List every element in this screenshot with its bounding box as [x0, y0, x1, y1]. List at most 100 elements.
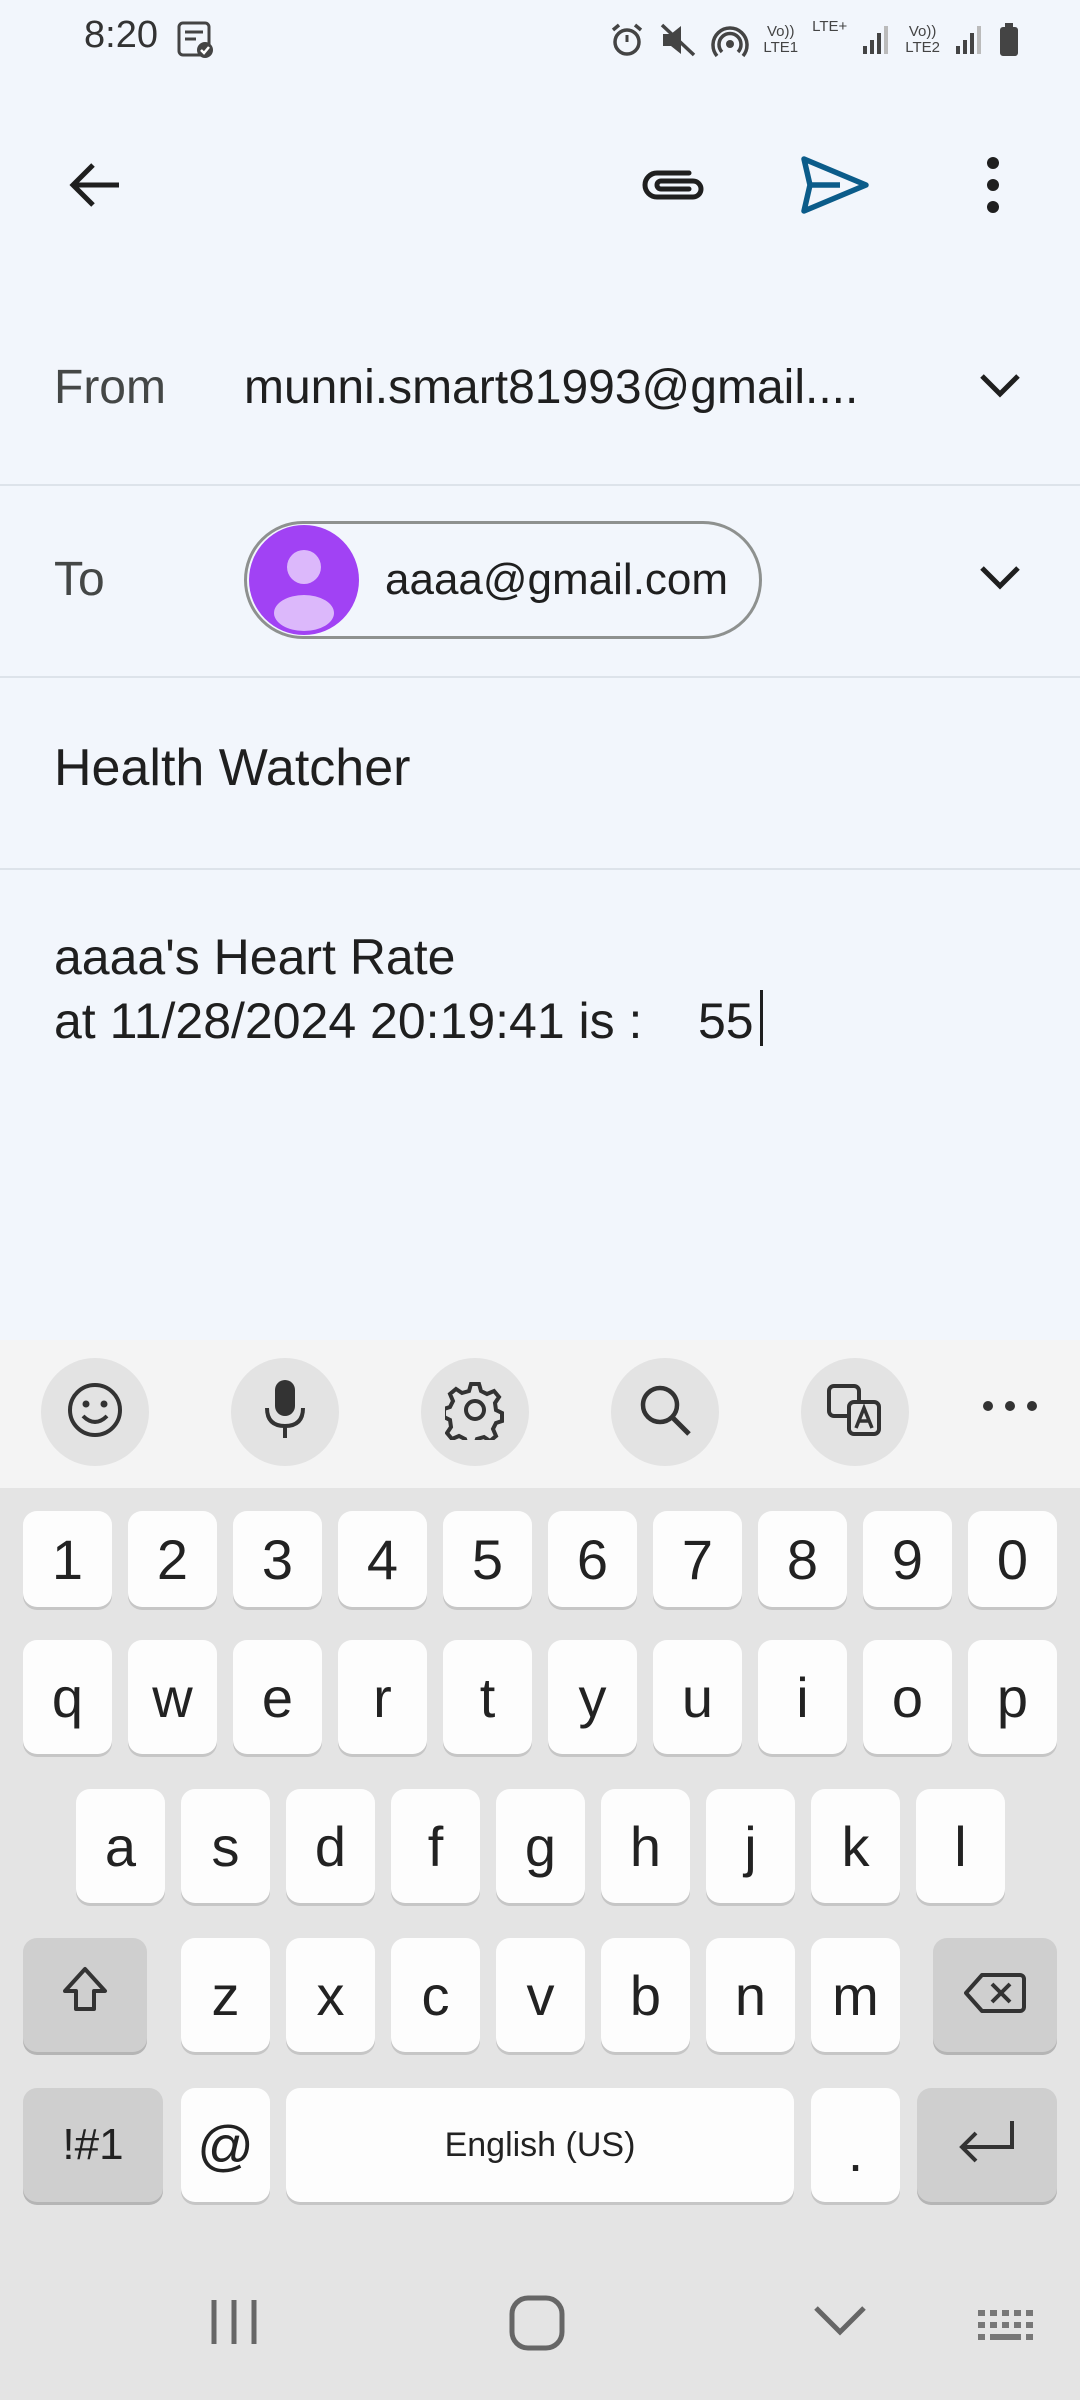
keyboard-toolbar: [0, 1340, 1080, 1488]
status-time: 8:20: [84, 14, 158, 56]
keyboard-switch-button[interactable]: [976, 2306, 1040, 2351]
compose-app-bar: [0, 80, 1080, 290]
symbols-key[interactable]: !#1: [23, 2088, 163, 2202]
key-w[interactable]: w: [128, 1640, 217, 1754]
microphone-icon: [263, 1378, 307, 1447]
key-n[interactable]: n: [706, 1938, 795, 2052]
key-4[interactable]: 4: [338, 1511, 427, 1607]
key-t[interactable]: t: [443, 1640, 532, 1754]
body-line-1: aaaa's Heart Rate: [54, 929, 456, 985]
emoji-icon: [65, 1380, 125, 1445]
space-key[interactable]: English (US): [286, 2088, 794, 2202]
more-options-button[interactable]: [938, 132, 1048, 242]
key-j[interactable]: j: [706, 1789, 795, 1903]
key-3[interactable]: 3: [233, 1511, 322, 1607]
key-e[interactable]: e: [233, 1640, 322, 1754]
send-icon: [800, 155, 870, 220]
period-key[interactable]: .: [811, 2088, 900, 2202]
key-5[interactable]: 5: [443, 1511, 532, 1607]
shift-icon: [59, 1963, 111, 2028]
home-button[interactable]: [508, 2294, 566, 2357]
key-v[interactable]: v: [496, 1938, 585, 2052]
voice-input-button[interactable]: [231, 1358, 339, 1466]
key-u[interactable]: u: [653, 1640, 742, 1754]
nav-back-button[interactable]: [812, 2300, 868, 2345]
battery-icon: [998, 18, 1020, 62]
key-r[interactable]: r: [338, 1640, 427, 1754]
back-chevron-icon: [812, 2306, 868, 2344]
more-vert-icon: [983, 155, 1003, 220]
to-label: To: [54, 553, 105, 606]
key-a[interactable]: a: [76, 1789, 165, 1903]
key-q[interactable]: q: [23, 1640, 112, 1754]
status-icons: Vo)) LTE1 LTE+ Vo)) LTE2: [609, 18, 1020, 62]
message-body[interactable]: aaaa's Heart Rate at 11/28/2024 20:19:41…: [54, 925, 763, 1053]
key-d[interactable]: d: [286, 1789, 375, 1903]
lte-plus-icon: LTE+: [812, 18, 848, 35]
key-l[interactable]: l: [916, 1789, 1005, 1903]
send-button[interactable]: [780, 132, 890, 242]
recents-button[interactable]: [206, 2296, 262, 2353]
hotspot-icon: [711, 18, 750, 62]
more-horiz-icon[interactable]: [980, 1394, 1040, 1423]
alarm-icon: [609, 18, 645, 62]
text-cursor: [759, 990, 763, 1046]
key-6[interactable]: 6: [548, 1511, 637, 1607]
key-o[interactable]: o: [863, 1640, 952, 1754]
key-f[interactable]: f: [391, 1789, 480, 1903]
from-label: From: [54, 361, 166, 414]
status-bar: 8:20 Vo)) LTE1 LTE+ Vo)) LTE2: [0, 0, 1080, 80]
key-0[interactable]: 0: [968, 1511, 1057, 1607]
mute-icon: [659, 18, 697, 62]
key-1[interactable]: 1: [23, 1511, 112, 1607]
key-g[interactable]: g: [496, 1789, 585, 1903]
attach-button[interactable]: [618, 132, 728, 242]
translate-icon: [825, 1380, 885, 1445]
recipient-chip-label: aaaa@gmail.com: [385, 555, 729, 604]
key-c[interactable]: c: [391, 1938, 480, 2052]
backspace-key[interactable]: [933, 1938, 1057, 2052]
signal-2-icon: [954, 18, 984, 62]
backspace-icon: [964, 1963, 1026, 2028]
key-z[interactable]: z: [181, 1938, 270, 2052]
key-k[interactable]: k: [811, 1789, 900, 1903]
key-8[interactable]: 8: [758, 1511, 847, 1607]
key-7[interactable]: 7: [653, 1511, 742, 1607]
translate-button[interactable]: [801, 1358, 909, 1466]
keyboard-search-button[interactable]: [611, 1358, 719, 1466]
key-x[interactable]: x: [286, 1938, 375, 2052]
avatar: [249, 525, 359, 635]
keyboard-settings-button[interactable]: [421, 1358, 529, 1466]
key-9[interactable]: 9: [863, 1511, 952, 1607]
key-2[interactable]: 2: [128, 1511, 217, 1607]
at-key[interactable]: @: [181, 2088, 270, 2202]
paperclip-icon: [637, 163, 709, 212]
key-h[interactable]: h: [601, 1789, 690, 1903]
settings-icon: [442, 1380, 505, 1447]
shift-key[interactable]: [23, 1938, 147, 2052]
home-icon: [508, 2295, 566, 2356]
recents-icon: [206, 2300, 262, 2352]
volte-lte1-icon: Vo)) LTE1: [763, 23, 799, 56]
subject-field[interactable]: Health Watcher: [54, 738, 410, 798]
key-m[interactable]: m: [811, 1938, 900, 2052]
back-button[interactable]: [40, 132, 150, 242]
key-b[interactable]: b: [601, 1938, 690, 2052]
from-account-value[interactable]: munni.smart81993@gmail....: [244, 360, 858, 415]
enter-key[interactable]: [917, 2088, 1057, 2202]
body-line-2: at 11/28/2024 20:19:41 is : 55: [54, 993, 754, 1049]
key-s[interactable]: s: [181, 1789, 270, 1903]
recipient-chip[interactable]: aaaa@gmail.com: [244, 521, 762, 639]
keyboard-switch-icon: [976, 2310, 1040, 2350]
emoji-button[interactable]: [41, 1358, 149, 1466]
key-p[interactable]: p: [968, 1640, 1057, 1754]
enter-icon: [956, 2113, 1018, 2178]
from-row: From munni.smart81993@gmail....: [0, 290, 1080, 486]
person-icon: [274, 550, 334, 631]
chevron-down-icon: [978, 564, 1022, 597]
from-expand-button[interactable]: [960, 348, 1040, 428]
to-expand-button[interactable]: [960, 540, 1040, 620]
key-y[interactable]: y: [548, 1640, 637, 1754]
key-i[interactable]: i: [758, 1640, 847, 1754]
volte-lte2-icon: Vo)) LTE2: [905, 23, 940, 56]
